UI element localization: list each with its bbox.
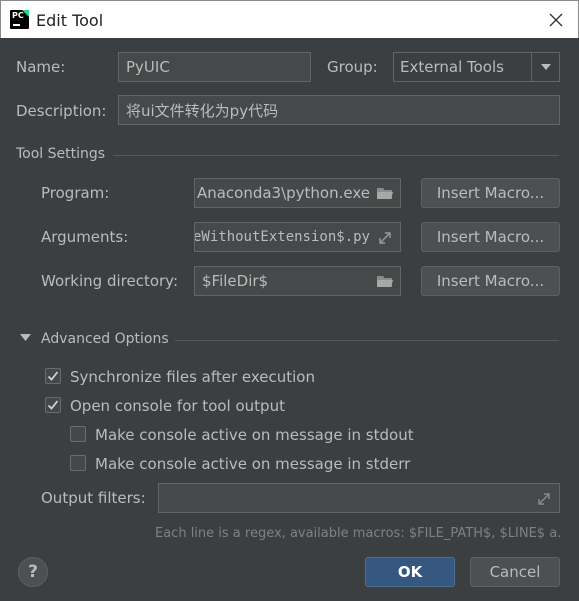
name-input-value: PyUIC — [126, 58, 170, 76]
console-stdout-checkbox[interactable] — [70, 426, 86, 442]
output-filters-label: Output filters: — [41, 489, 146, 507]
working-directory-insert-macro-button[interactable]: Insert Macro... — [421, 266, 560, 296]
section-divider — [113, 155, 559, 156]
expand-icon[interactable] — [535, 490, 553, 508]
output-filters-input[interactable] — [158, 483, 560, 513]
folder-icon[interactable] — [376, 185, 394, 201]
chevron-down-icon[interactable] — [531, 53, 559, 81]
advanced-options-heading[interactable]: Advanced Options — [41, 331, 169, 347]
arguments-insert-macro-button[interactable]: Insert Macro... — [421, 222, 560, 252]
pycharm-app-icon: PC — [10, 10, 29, 29]
sync-files-checkbox[interactable] — [45, 368, 61, 384]
close-icon[interactable] — [546, 10, 566, 30]
arguments-label: Arguments: — [41, 228, 129, 246]
title-bar: PC Edit Tool — [0, 0, 579, 38]
help-button[interactable]: ? — [18, 557, 48, 587]
console-stderr-label[interactable]: Make console active on message in stderr — [95, 455, 410, 473]
output-filters-hint: Each line is a regex, available macros: … — [155, 526, 562, 541]
arguments-input[interactable]: eWithoutExtension$.py — [194, 222, 401, 252]
group-dropdown[interactable]: External Tools — [393, 52, 560, 82]
folder-icon[interactable] — [376, 273, 394, 289]
group-dropdown-value: External Tools — [400, 58, 504, 76]
console-stderr-checkbox[interactable] — [70, 455, 86, 471]
expand-icon[interactable] — [376, 229, 394, 247]
name-input[interactable]: PyUIC — [118, 52, 311, 82]
program-input-value: Anaconda3\python.exe — [196, 184, 370, 202]
sync-files-label[interactable]: Synchronize files after execution — [70, 368, 315, 386]
checkmark-icon — [47, 371, 59, 381]
description-input[interactable]: 将ui文件转化为py代码 — [118, 95, 560, 125]
arguments-input-value: eWithoutExtension$.py — [194, 229, 370, 245]
checkmark-icon — [47, 400, 59, 410]
name-label: Name: — [16, 58, 66, 76]
collapse-triangle-icon[interactable] — [19, 333, 31, 343]
tool-settings-heading: Tool Settings — [16, 146, 106, 162]
section-divider — [175, 340, 559, 341]
open-console-checkbox[interactable] — [45, 397, 61, 413]
program-label: Program: — [41, 184, 110, 202]
program-insert-macro-button[interactable]: Insert Macro... — [421, 178, 560, 208]
cancel-button[interactable]: Cancel — [470, 557, 560, 587]
open-console-label[interactable]: Open console for tool output — [70, 397, 285, 415]
working-directory-label: Working directory: — [41, 272, 179, 290]
group-label: Group: — [327, 58, 378, 76]
console-stdout-label[interactable]: Make console active on message in stdout — [95, 426, 414, 444]
working-directory-input[interactable]: $FileDir$ — [194, 266, 401, 296]
description-label: Description: — [16, 102, 107, 120]
working-directory-input-value: $FileDir$ — [202, 272, 269, 290]
program-input[interactable]: Anaconda3\python.exe — [194, 178, 401, 208]
window-title: Edit Tool — [36, 11, 104, 30]
description-input-value: 将ui文件转化为py代码 — [126, 101, 279, 120]
ok-button[interactable]: OK — [365, 557, 455, 587]
